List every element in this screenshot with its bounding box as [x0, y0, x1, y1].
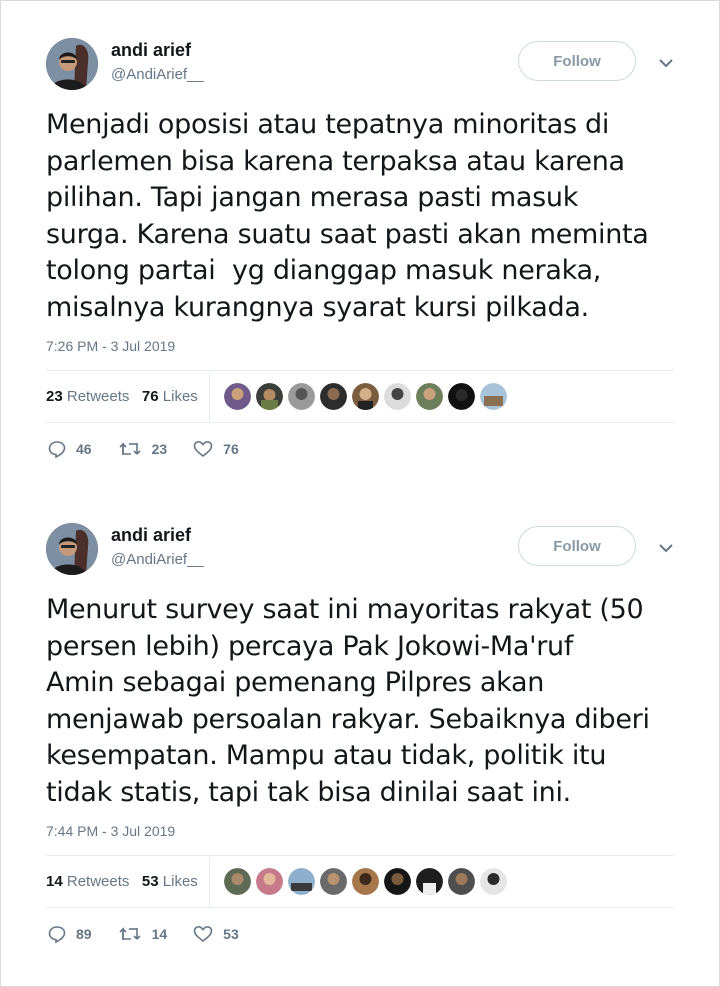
- liker-avatar[interactable]: [256, 383, 283, 410]
- liker-avatar[interactable]: [288, 868, 315, 895]
- reply-count: 46: [76, 441, 92, 457]
- engagement-stats: 23 Retweets 76 Likes: [46, 388, 198, 405]
- author-name[interactable]: andi arief: [111, 40, 191, 61]
- stats-separator: [209, 372, 210, 422]
- reply-icon: [48, 926, 66, 943]
- follow-button[interactable]: Follow: [518, 41, 636, 81]
- likes-label: Likes: [162, 873, 198, 890]
- retweet-count: 14: [151, 926, 168, 942]
- author-handle[interactable]: @AndiArief__: [111, 66, 204, 83]
- stats-separator: [209, 857, 210, 907]
- heart-icon: [193, 440, 213, 458]
- retweet-action[interactable]: 23: [118, 440, 168, 458]
- reply-icon: [48, 441, 66, 458]
- author-name[interactable]: andi arief: [111, 525, 191, 546]
- liker-avatar[interactable]: [480, 868, 507, 895]
- liker-avatar[interactable]: [416, 868, 443, 895]
- author-handle[interactable]: @AndiArief__: [111, 551, 204, 568]
- retweets-label: Retweets: [66, 873, 130, 890]
- liker-avatar[interactable]: [480, 383, 507, 410]
- liker-avatar[interactable]: [352, 868, 379, 895]
- liker-avatar[interactable]: [448, 868, 475, 895]
- liker-avatar[interactable]: [384, 868, 411, 895]
- likes-count: 76: [141, 388, 159, 405]
- heart-icon: [193, 925, 213, 943]
- likers-avatars: [224, 868, 507, 895]
- avatar-image: [46, 38, 98, 90]
- retweet-count: 23: [151, 441, 168, 457]
- chevron-down-icon[interactable]: [657, 54, 675, 72]
- avatar-image: [46, 523, 98, 575]
- retweets-count: 14: [46, 873, 63, 890]
- divider: [46, 907, 674, 908]
- like-action[interactable]: 76: [193, 440, 239, 458]
- tweet-actions: 46 23 76: [48, 440, 265, 458]
- liker-avatar[interactable]: [416, 383, 443, 410]
- liker-avatar[interactable]: [352, 383, 379, 410]
- liker-avatar[interactable]: [320, 383, 347, 410]
- tweet-timestamp[interactable]: 7:26 PM - 3 Jul 2019: [46, 338, 175, 354]
- reply-count: 89: [76, 926, 92, 942]
- chevron-down-icon[interactable]: [657, 539, 675, 557]
- tweet-1: andi arief @AndiArief__ Follow Menjadi o…: [0, 0, 720, 485]
- reply-action[interactable]: 46: [48, 440, 92, 458]
- divider: [46, 370, 674, 371]
- like-count: 76: [223, 441, 239, 457]
- author-avatar[interactable]: [46, 523, 98, 575]
- likes-stat[interactable]: 53 Likes: [142, 873, 198, 890]
- liker-avatar[interactable]: [224, 383, 251, 410]
- engagement-stats: 14 Retweets 53 Likes: [46, 873, 198, 890]
- liker-avatar[interactable]: [384, 383, 411, 410]
- follow-button[interactable]: Follow: [518, 526, 636, 566]
- like-action[interactable]: 53: [193, 925, 239, 943]
- retweet-icon: [119, 442, 141, 455]
- retweets-label: Retweets: [66, 388, 130, 405]
- like-count: 53: [223, 926, 239, 942]
- liker-avatar[interactable]: [288, 383, 315, 410]
- likes-count: 53: [141, 873, 159, 890]
- liker-avatar[interactable]: [320, 868, 347, 895]
- tweet-2: andi arief @AndiArief__ Follow Menurut s…: [0, 485, 720, 985]
- retweets-stat[interactable]: 14 Retweets: [46, 873, 129, 890]
- retweet-action[interactable]: 14: [118, 925, 168, 943]
- likers-avatars: [224, 383, 507, 410]
- likes-label: Likes: [162, 388, 198, 405]
- liker-avatar[interactable]: [448, 383, 475, 410]
- likes-stat[interactable]: 76 Likes: [142, 388, 198, 405]
- retweets-stat[interactable]: 23 Retweets: [46, 388, 129, 405]
- tweet-text: Menjadi oposisi atau tepatnya minoritas …: [46, 109, 649, 323]
- liker-avatar[interactable]: [256, 868, 283, 895]
- tweet-actions: 89 14 53: [48, 925, 265, 943]
- retweet-icon: [119, 927, 141, 940]
- liker-avatar[interactable]: [224, 868, 251, 895]
- tweet-text: Menurut survey saat ini mayoritas rakyat…: [46, 594, 650, 808]
- divider: [46, 422, 674, 423]
- author-avatar[interactable]: [46, 38, 98, 90]
- tweet-timestamp[interactable]: 7:44 PM - 3 Jul 2019: [46, 823, 175, 839]
- divider: [46, 855, 674, 856]
- retweets-count: 23: [46, 388, 63, 405]
- reply-action[interactable]: 89: [48, 925, 92, 943]
